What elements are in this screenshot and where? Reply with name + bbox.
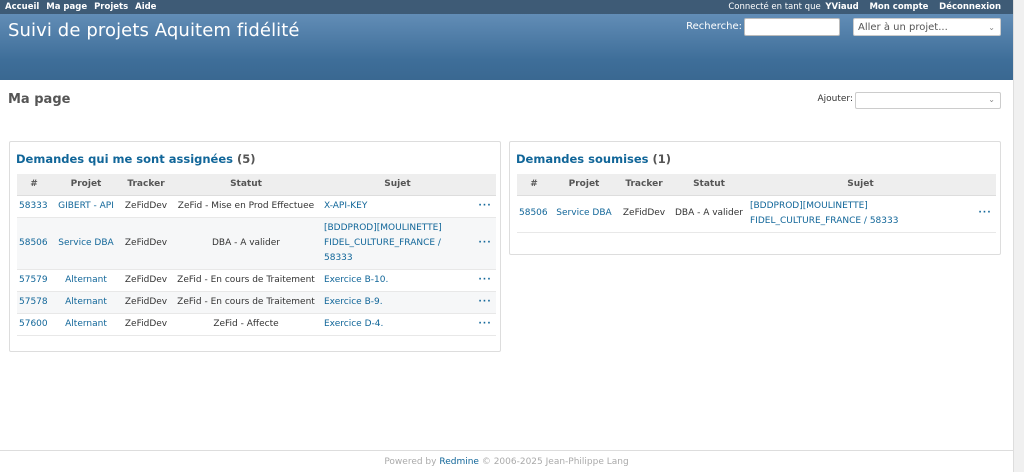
redmine-link[interactable]: Redmine (439, 457, 479, 467)
issue-project-link[interactable]: Service DBA (556, 208, 611, 218)
issue-subject-link[interactable]: [BDDPROD][MOULINETTE] FIDEL_CULTURE_FRAN… (324, 223, 442, 263)
column-header-project[interactable]: Projet (51, 174, 121, 196)
footer-prefix: Powered by (384, 457, 437, 467)
issue-id-link[interactable]: 57600 (19, 319, 48, 329)
search-input[interactable] (744, 18, 840, 36)
issue-status: DBA - A valider (671, 195, 747, 233)
menu-help-link[interactable]: Aide (135, 2, 156, 12)
table-row: 58506 Service DBA ZeFidDev DBA - A valid… (17, 217, 496, 270)
issue-subject-link[interactable]: X-API-KEY (324, 201, 367, 211)
row-actions-menu-icon[interactable]: ··· (474, 269, 496, 292)
assigned-issues-heading: Demandes qui me sont assignées (5) (16, 150, 494, 168)
column-header-status[interactable]: Statut (171, 174, 321, 196)
menu-my-page-link[interactable]: Ma page (46, 2, 87, 12)
issue-tracker: ZeFidDev (121, 291, 171, 314)
site-title: Suivi de projets Aquitem fidélité (8, 20, 300, 41)
assigned-issues-count: (5) (237, 152, 256, 166)
table-row: 58506 Service DBA ZeFidDev DBA - A valid… (517, 195, 996, 233)
issue-status: ZeFid - En cours de Traitement (171, 269, 321, 292)
chevron-down-icon: ⌄ (988, 23, 995, 32)
table-header-row: # Projet Tracker Statut Sujet (17, 174, 496, 196)
table-row: 57578 Alternant ZeFidDev ZeFid - En cour… (17, 291, 496, 314)
row-actions-menu-icon[interactable]: ··· (974, 195, 996, 233)
issue-id-link[interactable]: 58333 (19, 201, 48, 211)
page-scrollbar[interactable] (1013, 0, 1024, 472)
issue-status: DBA - A valider (171, 217, 321, 270)
logged-in-prefix: Connecté en tant que (728, 2, 821, 12)
submitted-issues-count: (1) (652, 152, 672, 166)
submitted-issues-box: Demandes soumises (1) # Projet Tracker S… (509, 141, 1001, 255)
issue-status: ZeFid - Affecte (171, 313, 321, 336)
issue-subject-link[interactable]: Exercice B-10. (324, 275, 388, 285)
issue-id-link[interactable]: 58506 (519, 208, 548, 218)
add-label: Ajouter: (817, 94, 853, 104)
menu-projects-link[interactable]: Projets (94, 2, 128, 12)
add-block-select[interactable]: ⌄ (855, 92, 1001, 109)
row-actions-menu-icon[interactable]: ··· (474, 217, 496, 270)
search-label: Recherche: (686, 21, 742, 32)
issue-project-link[interactable]: GIBERT - API (58, 201, 114, 211)
issue-project-link[interactable]: Alternant (65, 319, 107, 329)
my-account-link[interactable]: Mon compte (869, 2, 928, 12)
issue-subject-link[interactable]: [BDDPROD][MOULINETTE] FIDEL_CULTURE_FRAN… (750, 201, 898, 226)
column-header-id[interactable]: # (17, 174, 51, 196)
page-title: Ma page (8, 92, 71, 107)
chevron-down-icon: ⌄ (988, 95, 995, 104)
column-header-actions (974, 174, 996, 196)
issue-tracker: ZeFidDev (617, 195, 671, 233)
column-header-project[interactable]: Projet (551, 174, 617, 196)
column-header-tracker[interactable]: Tracker (121, 174, 171, 196)
issue-id-link[interactable]: 57579 (19, 275, 48, 285)
loggedas: Connecté en tant que YViaud Mon compte D… (728, 0, 1001, 14)
issue-status: ZeFid - En cours de Traitement (171, 291, 321, 314)
assigned-issues-table: # Projet Tracker Statut Sujet 58333 GIBE… (17, 174, 496, 336)
footer: Powered by Redmine © 2006-2025 Jean-Phil… (0, 450, 1013, 472)
top-menu-left: Accueil Ma page Projets Aide (5, 0, 160, 14)
issue-project-link[interactable]: Alternant (65, 275, 107, 285)
table-row: 58333 GIBERT - API ZeFidDev ZeFid - Mise… (17, 195, 496, 218)
column-header-subject[interactable]: Sujet (321, 174, 474, 196)
issue-project-link[interactable]: Alternant (65, 297, 107, 307)
column-header-subject[interactable]: Sujet (747, 174, 974, 196)
top-menu: Accueil Ma page Projets Aide Connecté en… (0, 0, 1013, 14)
header: Suivi de projets Aquitem fidélité Recher… (0, 14, 1013, 80)
row-actions-menu-icon[interactable]: ··· (474, 291, 496, 314)
main-content: Ma page Ajouter: ⌄ Demandes qui me sont … (0, 80, 1013, 450)
column-header-id[interactable]: # (517, 174, 551, 196)
column-header-actions (474, 174, 496, 196)
issue-id-link[interactable]: 58506 (19, 238, 48, 248)
column-header-tracker[interactable]: Tracker (617, 174, 671, 196)
username-link[interactable]: YViaud (825, 2, 858, 12)
submitted-issues-heading: Demandes soumises (1) (516, 150, 994, 168)
table-row: 57600 Alternant ZeFidDev ZeFid - Affecte… (17, 313, 496, 336)
submitted-issues-title-link[interactable]: Demandes soumises (516, 152, 649, 166)
assigned-issues-box: Demandes qui me sont assignées (5) # Pro… (9, 141, 501, 352)
issue-tracker: ZeFidDev (121, 269, 171, 292)
column-header-status[interactable]: Statut (671, 174, 747, 196)
project-jump-placeholder: Aller à un projet... (858, 22, 948, 33)
project-jump-select[interactable]: Aller à un projet... ⌄ (853, 18, 1001, 36)
assigned-issues-title-link[interactable]: Demandes qui me sont assignées (16, 152, 233, 166)
issue-tracker: ZeFidDev (121, 313, 171, 336)
issue-tracker: ZeFidDev (121, 195, 171, 218)
issue-subject-link[interactable]: Exercice B-9. (324, 297, 383, 307)
row-actions-menu-icon[interactable]: ··· (474, 313, 496, 336)
menu-home-link[interactable]: Accueil (5, 2, 39, 12)
row-actions-menu-icon[interactable]: ··· (474, 195, 496, 218)
issue-project-link[interactable]: Service DBA (58, 238, 113, 248)
submitted-issues-table: # Projet Tracker Statut Sujet 58506 Serv… (517, 174, 996, 233)
issue-subject-link[interactable]: Exercice D-4. (324, 319, 383, 329)
issue-tracker: ZeFidDev (121, 217, 171, 270)
logout-link[interactable]: Déconnexion (939, 2, 1001, 12)
table-header-row: # Projet Tracker Statut Sujet (517, 174, 996, 196)
table-row: 57579 Alternant ZeFidDev ZeFid - En cour… (17, 269, 496, 292)
issue-status: ZeFid - Mise en Prod Effectuee (171, 195, 321, 218)
issue-id-link[interactable]: 57578 (19, 297, 48, 307)
footer-copyright: © 2006-2025 Jean-Philippe Lang (481, 457, 629, 467)
